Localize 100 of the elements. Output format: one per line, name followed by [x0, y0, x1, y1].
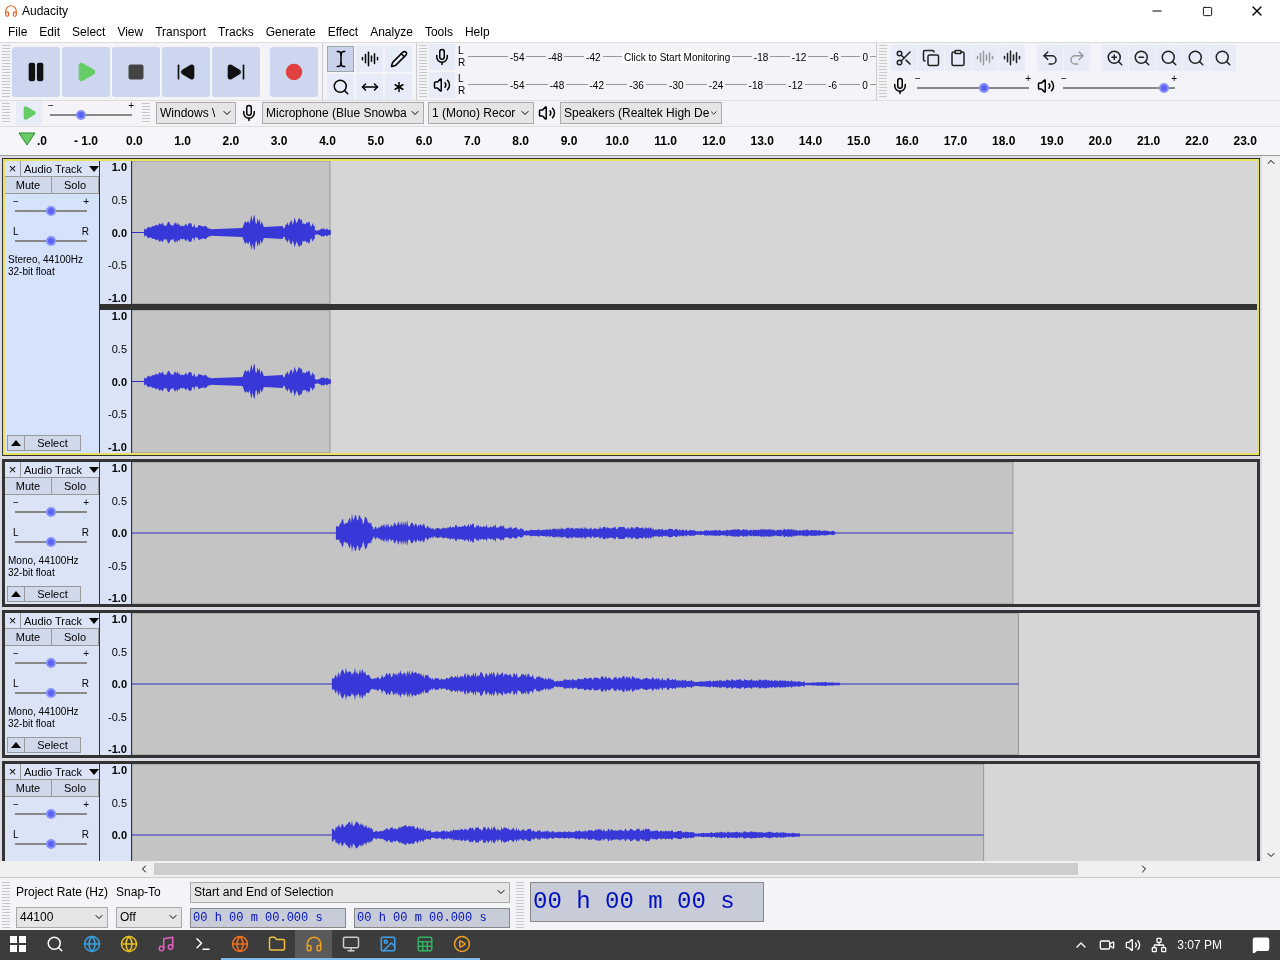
selection-start-field[interactable]: 00 h 00 m 00.000 s [190, 908, 347, 928]
tool-button[interactable] [385, 46, 412, 72]
slider[interactable]: L R [11, 529, 91, 552]
slider[interactable]: − + [11, 650, 91, 673]
slider-thumb[interactable] [46, 206, 56, 217]
slider-thumb[interactable] [46, 688, 56, 699]
slider[interactable]: − + [11, 801, 91, 824]
slider[interactable]: L R [11, 831, 91, 854]
copy-button[interactable] [918, 44, 944, 71]
camera-icon[interactable] [1099, 937, 1116, 953]
slider[interactable]: − + [46, 102, 136, 125]
microphone-button[interactable] [429, 44, 455, 70]
playback-device-dropdown[interactable]: Speakers (Realtek High De [560, 102, 722, 125]
speaker-button[interactable] [429, 72, 455, 98]
slider-thumb[interactable] [1158, 83, 1169, 93]
slider-thumb[interactable] [46, 236, 56, 247]
tool-button[interactable] [327, 46, 354, 72]
host-dropdown[interactable]: Windows \ [156, 102, 236, 125]
skip-end-button[interactable] [212, 46, 260, 97]
collapse-button[interactable] [7, 435, 25, 452]
skip-start-button[interactable] [162, 46, 210, 97]
slider[interactable]: − + [1059, 75, 1179, 97]
menu-item[interactable]: Tracks [212, 22, 260, 42]
slider-thumb[interactable] [76, 110, 87, 121]
slider-thumb[interactable] [46, 839, 56, 850]
mute-button[interactable]: Mute [5, 478, 52, 495]
menu-item[interactable]: Effect [321, 22, 365, 42]
solo-button[interactable]: Solo [52, 177, 99, 194]
stop-button[interactable] [112, 46, 160, 97]
speaker-icon[interactable] [1125, 937, 1142, 953]
menu-item[interactable]: Help [458, 22, 496, 42]
mute-button[interactable]: Mute [5, 177, 52, 194]
channel-label: L [458, 45, 465, 57]
menu-item[interactable]: Transport [149, 22, 213, 42]
paste-button[interactable] [945, 44, 971, 71]
slider-thumb[interactable] [46, 658, 56, 669]
fit-selection-button[interactable] [1156, 44, 1182, 71]
channels-dropdown[interactable]: 1 (Mono) Recor [428, 102, 534, 125]
slider-thumb[interactable] [979, 83, 990, 93]
slider[interactable]: − + [913, 75, 1033, 97]
slider-thumb[interactable] [46, 507, 56, 518]
toolbar-grip[interactable] [879, 45, 887, 98]
slider-thumb[interactable] [46, 537, 56, 548]
selection-mode-dropdown[interactable]: Start and End of Selection [190, 882, 511, 903]
pause-button[interactable] [12, 46, 60, 97]
menu-item[interactable]: Select [66, 22, 112, 42]
menu-item[interactable]: Edit [33, 22, 67, 42]
tool-button[interactable] [327, 74, 354, 100]
waveform-drawing[interactable] [132, 161, 1257, 305]
menu-item[interactable]: File [2, 22, 34, 42]
collapse-button[interactable] [7, 586, 25, 603]
mute-button[interactable]: Mute [5, 780, 52, 797]
zoom-toggle-button[interactable] [1210, 44, 1236, 71]
magnifier-icon [1187, 48, 1205, 67]
zoom-out-button[interactable] [1129, 44, 1155, 71]
solo-button[interactable]: Solo [52, 780, 99, 797]
cut-button[interactable] [891, 44, 917, 71]
project-rate-dropdown[interactable]: 44100 [16, 907, 108, 928]
scrollbar-thumb[interactable] [154, 863, 1078, 876]
tool-button[interactable] [356, 46, 383, 72]
toolbar-grip[interactable] [419, 45, 427, 98]
slider[interactable]: − + [11, 499, 91, 522]
zoom-in-button[interactable] [1102, 44, 1128, 71]
menu-item[interactable]: Tools [418, 22, 459, 42]
record-button[interactable] [270, 46, 318, 97]
slider[interactable]: L R [11, 680, 91, 703]
tool-button[interactable] [356, 74, 383, 100]
menu-item[interactable]: View [111, 22, 150, 42]
spreadsheet-icon [415, 935, 434, 953]
track-name-menu[interactable]: Audio Track [21, 161, 99, 177]
audio-position-field[interactable]: 00 h 00 m 00 s [530, 882, 765, 922]
selection-end-field[interactable]: 00 h 00 m 00.000 s [354, 908, 511, 928]
slider[interactable]: − + [11, 198, 91, 221]
select-button[interactable]: Select [25, 586, 81, 603]
scale-label: 0.5 [111, 494, 127, 507]
fit-project-button[interactable] [1183, 44, 1209, 71]
solo-button[interactable]: Solo [52, 629, 99, 646]
collapse-button[interactable] [7, 737, 25, 754]
snap-to-dropdown[interactable]: Off [116, 907, 183, 928]
select-button[interactable]: Select [25, 737, 81, 754]
tool-button[interactable] [385, 74, 412, 100]
silence-button[interactable] [999, 44, 1025, 71]
globe-icon [119, 935, 138, 953]
timeline-ruler[interactable]: .0 - 1.0 0.0 1.0 2.0 3.0 4.0 5.0 6.0 7.0 8.0 9.0 10.0 11.0 12.0 13.0 14.0 15.0 16.0 17.0 18.0 19.0 20.0 21.0 22.0 23.0 [0, 126, 1280, 157]
recording-device-dropdown[interactable]: Microphone (Blue Snowba [262, 102, 424, 125]
undo-button[interactable] [1037, 44, 1063, 71]
menu-item[interactable]: Analyze [364, 22, 419, 42]
network-icon[interactable] [1151, 937, 1168, 953]
toolbar-grip[interactable] [2, 45, 10, 98]
minus-label: − [13, 497, 19, 509]
close-track-button[interactable]: × [5, 161, 21, 177]
select-button[interactable]: Select [25, 435, 81, 452]
taskbar-app-button[interactable] [295, 930, 332, 960]
solo-button[interactable]: Solo [52, 478, 99, 495]
slider[interactable]: L R [11, 228, 91, 251]
menu-item[interactable]: Generate [259, 22, 322, 42]
clock[interactable]: 3:07 PM [1177, 938, 1222, 952]
slider-thumb[interactable] [46, 809, 56, 820]
notifications-icon[interactable] [1252, 936, 1270, 954]
mute-button[interactable]: Mute [5, 629, 52, 646]
